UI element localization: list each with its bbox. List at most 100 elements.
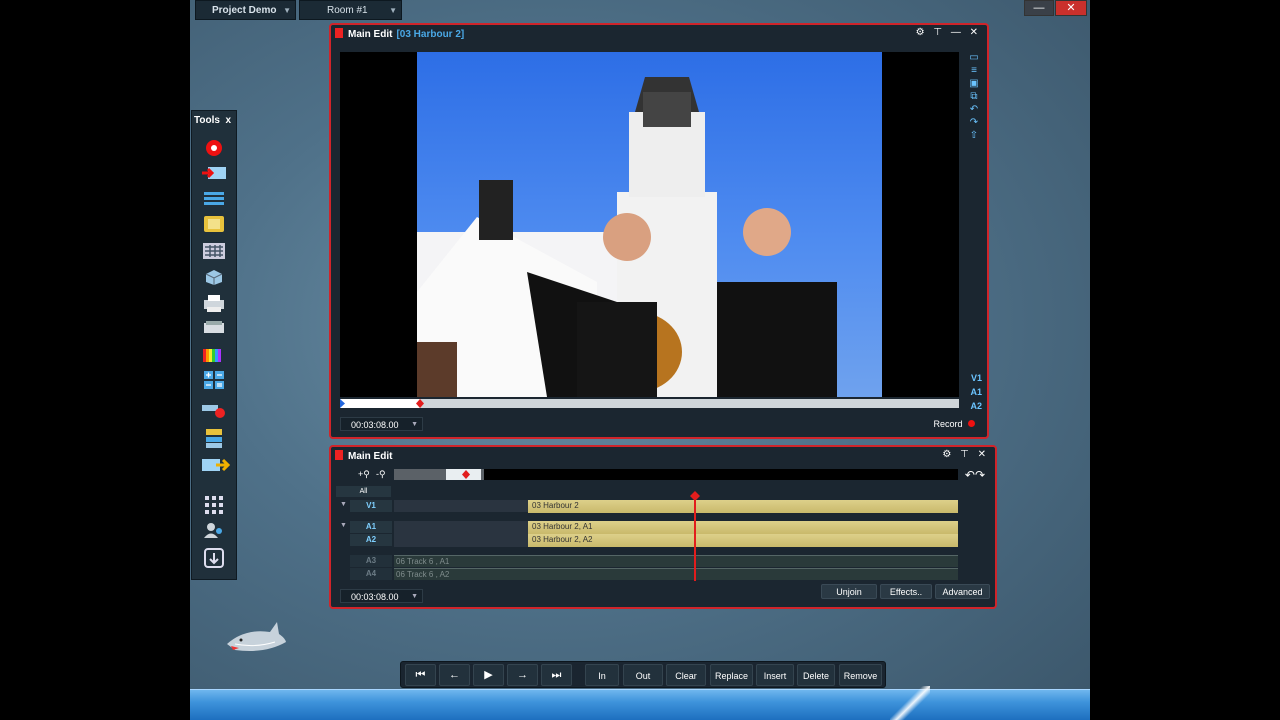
viewer-timecode[interactable]: 00:03:08.00 ▼ bbox=[340, 417, 423, 431]
viewer-side-toolbar: ▭ ≡ ▣ ⧉ ↶ ↷ ⇧ bbox=[966, 51, 982, 142]
timeline-title: Main Edit bbox=[335, 450, 392, 462]
viewer-track-a1[interactable]: A1 bbox=[970, 387, 982, 397]
track-header-a2[interactable]: A2 bbox=[350, 534, 392, 546]
zoom-in-button[interactable]: +⚲ bbox=[358, 469, 370, 480]
color-bars-icon[interactable] bbox=[202, 346, 226, 366]
clear-button[interactable]: Clear bbox=[666, 664, 706, 686]
project-selector[interactable]: Project Demo ▼ bbox=[195, 0, 296, 20]
in-button[interactable]: In bbox=[585, 664, 619, 686]
keypad-icon[interactable] bbox=[202, 496, 226, 516]
timeline-zoom-bar[interactable] bbox=[394, 469, 958, 480]
zoom-out-button[interactable]: -⚲ bbox=[376, 469, 386, 480]
chevron-down-icon: ▼ bbox=[283, 6, 291, 15]
download-icon[interactable] bbox=[202, 548, 226, 568]
effects-button[interactable]: Effects.. bbox=[880, 584, 932, 599]
viewer-track-a2[interactable]: A2 bbox=[970, 401, 982, 411]
remove-button[interactable]: Remove bbox=[839, 664, 882, 686]
playhead[interactable] bbox=[694, 493, 696, 581]
go-to-start-button[interactable]: ⏮ bbox=[405, 664, 436, 686]
undo-redo-icon[interactable]: ↶↷ bbox=[965, 468, 985, 482]
minimize-button[interactable]: — bbox=[1024, 0, 1054, 16]
record-icon[interactable] bbox=[202, 139, 226, 159]
step-back-button[interactable]: ← bbox=[439, 664, 470, 686]
advanced-button[interactable]: Advanced bbox=[935, 584, 990, 599]
chevron-down-icon: ▼ bbox=[389, 6, 397, 15]
chevron-down-icon: ▼ bbox=[411, 421, 418, 428]
input-icon[interactable] bbox=[202, 165, 226, 185]
flag-icon bbox=[335, 28, 343, 38]
collapse-v1-icon[interactable]: ▼ bbox=[340, 501, 347, 508]
timeline-title-text: Main Edit bbox=[348, 451, 393, 462]
insert-button[interactable]: Insert bbox=[756, 664, 794, 686]
play-button[interactable]: ▶ bbox=[473, 664, 504, 686]
track-header-a1[interactable]: A1 bbox=[350, 521, 392, 533]
box-icon[interactable] bbox=[202, 269, 226, 289]
replace-button[interactable]: Replace bbox=[710, 664, 753, 686]
viewer-scrub-bar[interactable] bbox=[340, 399, 959, 408]
record-label: Record bbox=[933, 419, 963, 429]
viewer-title-text: Main Edit bbox=[348, 29, 393, 40]
go-to-end-button[interactable]: ⏭ bbox=[541, 664, 572, 686]
unjoin-button[interactable]: Unjoin bbox=[821, 584, 877, 599]
all-tracks-button[interactable]: All bbox=[336, 486, 391, 497]
room-name: Room #1 bbox=[327, 5, 368, 16]
folder-icon[interactable]: ▭ bbox=[966, 51, 982, 64]
redo-icon[interactable]: ↷ bbox=[966, 116, 982, 129]
out-button[interactable]: Out bbox=[623, 664, 663, 686]
track-header-a3[interactable]: A3 bbox=[350, 555, 392, 567]
clip-a2[interactable]: 03 Harbour 2, A2 bbox=[528, 534, 958, 547]
grid-icon[interactable] bbox=[202, 243, 226, 263]
list-icon[interactable] bbox=[202, 191, 226, 211]
clip-a1[interactable]: 03 Harbour 2, A1 bbox=[528, 521, 958, 534]
chevron-down-icon: ▼ bbox=[411, 593, 418, 600]
timeline-timecode[interactable]: 00:03:08.00 ▼ bbox=[340, 589, 423, 603]
users-icon[interactable] bbox=[202, 521, 226, 541]
viewer-window-controls[interactable]: ⚙ ⊤ — ✕ bbox=[916, 27, 981, 38]
printer-icon[interactable] bbox=[202, 294, 226, 314]
viewer-title: Main Edit [03 Harbour 2] bbox=[335, 28, 464, 40]
shark-logo bbox=[225, 618, 287, 658]
clip-a3[interactable]: 06 Track 6 , A1 bbox=[394, 555, 958, 567]
skip-end-icon: ⏭ bbox=[551, 669, 562, 681]
skip-start-icon: ⏮ bbox=[415, 669, 426, 681]
timeline-timecode-value: 00:03:08.00 bbox=[351, 592, 399, 602]
clip-a4[interactable]: 06 Track 6 , A2 bbox=[394, 568, 958, 580]
step-forward-button[interactable]: → bbox=[507, 664, 538, 686]
undo-icon[interactable]: ↶ bbox=[966, 103, 982, 116]
playhead-handle-icon[interactable] bbox=[690, 491, 700, 501]
upload-icon[interactable]: ⇧ bbox=[966, 129, 982, 142]
delete-button[interactable]: Delete bbox=[797, 664, 835, 686]
calculator-icon[interactable] bbox=[202, 371, 226, 391]
collapse-audio-icon[interactable]: ▼ bbox=[340, 522, 347, 529]
folder-icon[interactable] bbox=[202, 216, 226, 236]
tools-close-icon[interactable]: x bbox=[225, 111, 231, 131]
transfer-icon[interactable] bbox=[202, 429, 226, 449]
frame-icon[interactable]: ▣ bbox=[966, 77, 982, 90]
track-header-a4[interactable]: A4 bbox=[350, 568, 392, 580]
layers-icon[interactable]: ⧉ bbox=[966, 90, 982, 103]
tools-panel: Tools x bbox=[191, 110, 237, 580]
arrow-left-icon: ← bbox=[449, 669, 460, 681]
scanner-icon[interactable] bbox=[202, 319, 226, 339]
list-icon[interactable]: ≡ bbox=[966, 64, 982, 77]
flag-icon bbox=[335, 450, 343, 460]
video-image bbox=[417, 52, 882, 397]
viewer-clip-name: [03 Harbour 2] bbox=[396, 29, 465, 40]
tools-title: Tools bbox=[194, 115, 220, 126]
video-frame bbox=[340, 52, 959, 397]
timeline-panel: Main Edit ⚙ ⊤ ✕ +⚲ -⚲ ↶↷ All ▼ V1 03 Har… bbox=[329, 445, 997, 609]
room-selector[interactable]: Room #1 ▼ bbox=[299, 0, 402, 20]
viewer-panel: Main Edit [03 Harbour 2] ⚙ ⊤ — ✕ 00:03:0… bbox=[329, 23, 989, 439]
scrub-played bbox=[340, 399, 420, 408]
export-icon[interactable] bbox=[202, 457, 231, 477]
clip-v1[interactable]: 03 Harbour 2 bbox=[528, 500, 958, 513]
project-name: Project Demo bbox=[212, 5, 277, 16]
effects-icon[interactable] bbox=[202, 401, 226, 421]
close-window-button[interactable]: ✕ bbox=[1055, 0, 1087, 16]
record-button[interactable]: Record bbox=[933, 419, 975, 429]
viewer-timecode-value: 00:03:08.00 bbox=[351, 420, 399, 430]
record-dot-icon bbox=[968, 420, 975, 427]
track-header-v1[interactable]: V1 bbox=[350, 500, 392, 512]
viewer-track-v1[interactable]: V1 bbox=[971, 373, 982, 383]
timeline-window-controls[interactable]: ⚙ ⊤ ✕ bbox=[942, 449, 989, 460]
